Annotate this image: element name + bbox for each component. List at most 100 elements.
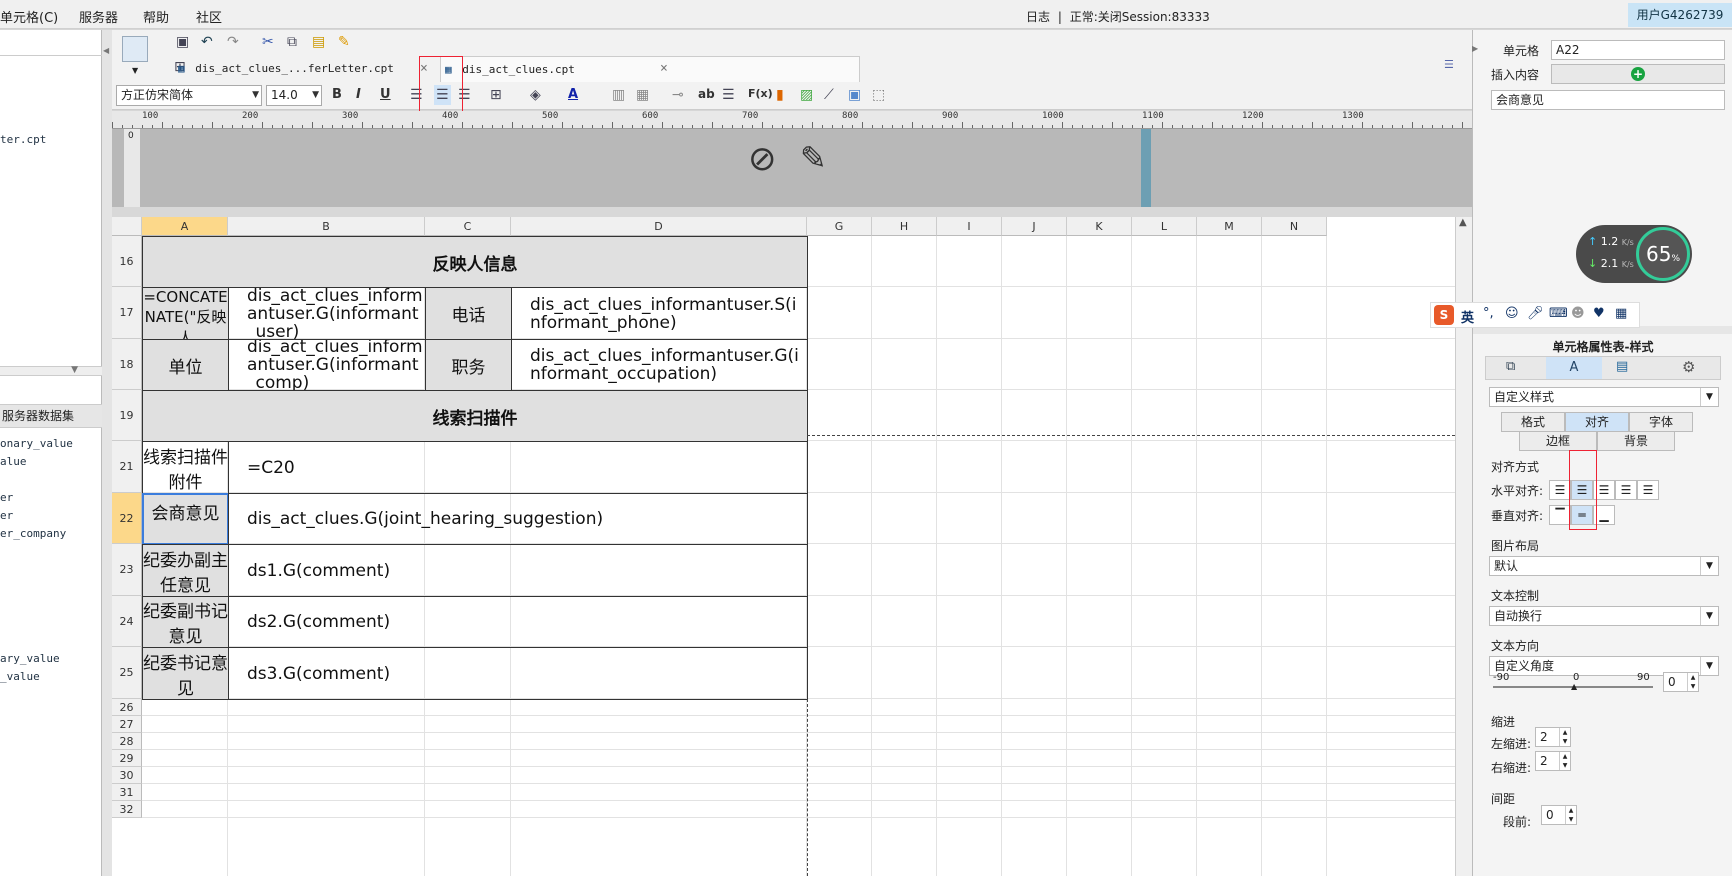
selected-cell[interactable]: 会商意见 [142, 493, 229, 545]
redo-icon[interactable]: ↷ [227, 32, 239, 52]
collapse-icon[interactable]: ▼ [71, 365, 78, 375]
data-cell[interactable]: dis_act_clues_informantuser.G(informant_… [228, 287, 426, 340]
column-header[interactable]: D [511, 217, 807, 236]
stepper-arrows-icon[interactable]: ▲ ▼ [1559, 728, 1570, 746]
merge-icon[interactable]: ▥ [612, 85, 625, 105]
edit-pencil-icon[interactable]: ✎ [800, 139, 827, 177]
voice-icon[interactable]: 🎤︎ [1527, 306, 1544, 321]
column-header[interactable]: N [1262, 217, 1327, 236]
h-align-distribute-icon[interactable]: ☰ [1637, 480, 1659, 500]
fill-color-icon[interactable]: ◈ [530, 85, 541, 105]
border-icon[interactable]: ⊞ [490, 85, 502, 105]
row-header[interactable]: 31 [112, 784, 142, 801]
left-indent-stepper[interactable]: 2 ▲ ▼ [1535, 727, 1571, 747]
column-header[interactable]: C [425, 217, 511, 236]
copy-icon[interactable]: ⧉ [287, 32, 297, 52]
cell-content-input[interactable]: 会商意见 [1491, 90, 1725, 110]
font-size-select[interactable]: 14.0 ▼ [266, 85, 322, 106]
subtab-border[interactable]: 边框 [1519, 431, 1597, 451]
template-file-item[interactable]: ter.cpt [0, 133, 46, 146]
menu-cell[interactable]: 单元格(C) [0, 7, 58, 26]
label-cell[interactable]: 纪委副书记意见 [142, 596, 229, 648]
dataset-item[interactable]: alue [0, 455, 27, 468]
cut-icon[interactable]: ✂ [262, 32, 274, 52]
formula-cell[interactable]: =CONCATENATE("反映人 [142, 287, 229, 340]
skin-icon[interactable]: ♥ [1593, 306, 1605, 321]
insert-content-button[interactable]: + [1551, 64, 1725, 84]
font-color-button[interactable]: A [568, 87, 578, 102]
stepper-arrows-icon[interactable]: ▲ ▼ [1687, 673, 1698, 691]
column-header[interactable]: L [1132, 217, 1197, 236]
dataset-item[interactable]: er [0, 491, 13, 504]
data-cell[interactable]: =C20 [228, 441, 808, 494]
subreport-icon[interactable]: ▣ [848, 85, 861, 105]
angle-slider[interactable]: ▲ [1493, 682, 1653, 691]
link-icon[interactable]: ⊸ [672, 85, 684, 105]
image-layout-select[interactable]: 默认 ▼ [1489, 556, 1719, 576]
menu-server[interactable]: 服务器 [79, 7, 118, 26]
chart-icon[interactable]: ▮ [776, 85, 784, 105]
ime-lang[interactable]: 英 [1461, 307, 1474, 326]
data-cell[interactable]: dis_act_clues.G(joint_hearing_suggestion… [228, 493, 808, 545]
h-align-left-icon[interactable]: ☰ [1549, 480, 1571, 500]
format-painter-icon[interactable]: ✎ [338, 32, 350, 52]
user-badge[interactable]: 用户G4262739 [1628, 3, 1732, 27]
data-cell[interactable]: ds1.G(comment) [228, 544, 808, 597]
grid-corner[interactable] [112, 217, 142, 236]
data-cell[interactable]: ds3.G(comment) [228, 647, 808, 700]
preview-dropdown-icon[interactable]: ▼ [132, 66, 138, 75]
text-control-select[interactable]: 自动换行 ▼ [1489, 606, 1719, 626]
column-header[interactable]: B [228, 217, 425, 236]
panel-splitter[interactable]: ▼ [0, 365, 102, 376]
richtext-icon[interactable]: ☰ [722, 85, 735, 105]
row-header[interactable]: 27 [112, 716, 142, 733]
font-family-select[interactable]: 方正仿宋简体 ▼ [116, 85, 262, 106]
italic-button[interactable]: I [356, 87, 361, 102]
before-stepper[interactable]: 0 ▲ ▼ [1541, 805, 1577, 825]
row-header[interactable]: 32 [112, 801, 142, 818]
row-header[interactable]: 19 [112, 390, 142, 441]
data-cell[interactable]: dis_act_clues_informantuser.G(informant_… [511, 339, 808, 391]
tab-dis-act-clues[interactable]: ▦ dis_act_clues.cpt [440, 56, 860, 82]
user-icon[interactable]: ☻ [1571, 306, 1585, 321]
row-header[interactable]: 21 [112, 441, 142, 493]
menu-help[interactable]: 帮助 [143, 7, 169, 26]
row-header[interactable]: 26 [112, 699, 142, 716]
dataset-item[interactable]: ary_value [0, 652, 60, 665]
column-header[interactable]: M [1197, 217, 1262, 236]
emoji-icon[interactable]: ☺ [1505, 306, 1519, 321]
right-indent-stepper[interactable]: 2 ▲ ▼ [1535, 751, 1571, 771]
network-speed-widget[interactable]: ↑ 1.2 K/s ↓ 2.1 K/s 65% [1576, 225, 1692, 283]
column-header[interactable]: A [142, 217, 228, 236]
dataset-item[interactable]: er_company [0, 527, 66, 540]
row-header[interactable]: 17 [112, 287, 142, 339]
subtab-font[interactable]: 字体 [1629, 412, 1693, 432]
image-icon[interactable]: ▨ [800, 85, 813, 105]
punctuation-icon[interactable]: °, [1483, 306, 1494, 321]
style-select[interactable]: 自定义样式 ▼ [1489, 387, 1719, 407]
style-tab-icon[interactable]: A [1546, 357, 1602, 379]
row-header[interactable]: 30 [112, 767, 142, 784]
tab-close-icon[interactable]: × [660, 56, 668, 82]
subtab-format[interactable]: 格式 [1501, 412, 1565, 432]
data-cell[interactable]: ds2.G(comment) [228, 596, 808, 648]
hide-eye-icon[interactable]: ⊘ [748, 139, 777, 179]
paste-icon[interactable]: ▤ [312, 32, 325, 52]
row-header[interactable]: 25 [112, 647, 142, 699]
subtab-align[interactable]: 对齐 [1565, 412, 1629, 432]
label-cell[interactable]: 线索扫描件附件 [142, 441, 229, 494]
slider-thumb-icon[interactable]: ▲ [1571, 682, 1577, 691]
slash-icon[interactable]: ⟋ [824, 85, 834, 105]
row-header[interactable]: 29 [112, 750, 142, 767]
widget-icon[interactable]: ▤ [1616, 359, 1628, 374]
log-link[interactable]: 日志 [1026, 10, 1050, 24]
settings-gear-icon[interactable]: ⚙ [1682, 358, 1695, 376]
label-cell[interactable]: 纪委书记意见 [142, 647, 229, 700]
formula-button[interactable]: F(x) [748, 87, 773, 100]
stepper-arrows-icon[interactable]: ▲ ▼ [1559, 752, 1570, 770]
row-header[interactable]: 18 [112, 339, 142, 390]
dataset-item[interactable]: _value [0, 670, 40, 683]
row-header[interactable]: 22 [112, 493, 142, 544]
data-cell[interactable]: dis_act_clues_informantuser.S(informant_… [511, 287, 808, 340]
label-cell[interactable]: 单位 [142, 339, 229, 391]
